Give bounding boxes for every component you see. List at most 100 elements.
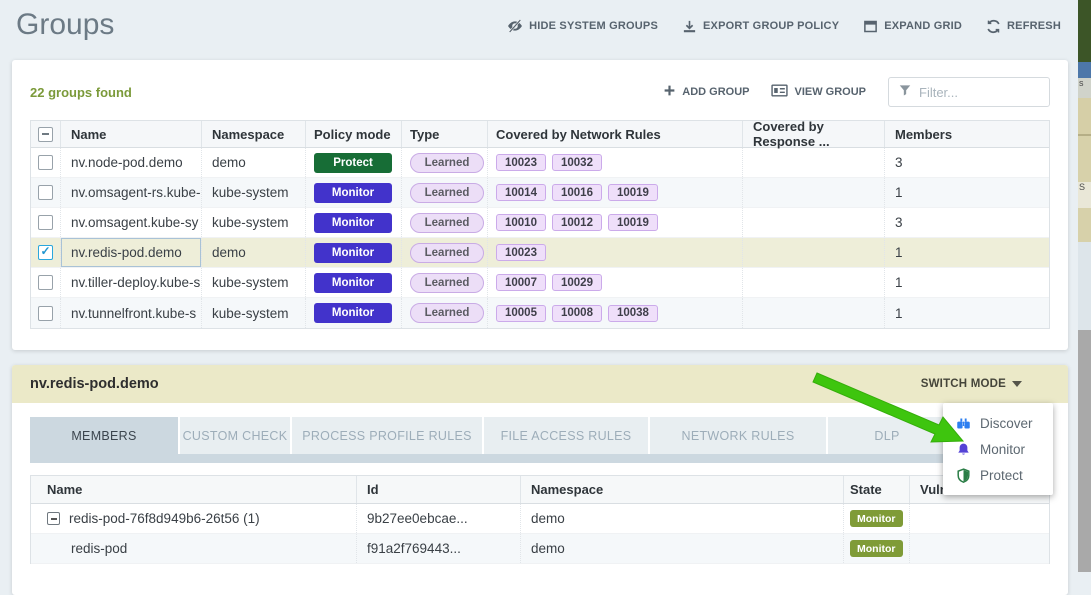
member-name: redis-pod-76f8d949b6-26t56 (1) xyxy=(69,511,260,526)
col-network-rules[interactable]: Covered by Network Rules xyxy=(488,121,743,147)
type-badge: Learned xyxy=(410,183,484,203)
groups-table: Name Namespace Policy mode Type Covered … xyxy=(30,120,1050,329)
view-group-button[interactable]: VIEW GROUP xyxy=(771,83,866,101)
table-row[interactable]: nv.node-pod.demo demo Protect Learned 10… xyxy=(31,148,1049,178)
row-checkbox[interactable] xyxy=(38,185,53,200)
menu-item-protect[interactable]: Protect xyxy=(943,462,1053,488)
members-table: Name Id Namespace State Vulnerabilities … xyxy=(30,475,1050,564)
view-group-label: VIEW GROUP xyxy=(794,86,866,98)
table-row[interactable]: nv.omsagent-rs.kube- kube-system Monitor… xyxy=(31,178,1049,208)
tab-strip xyxy=(30,454,1050,463)
row-checkbox[interactable] xyxy=(38,215,53,230)
network-rule-chip: 10008 xyxy=(552,305,602,322)
id-card-icon xyxy=(771,83,788,101)
menu-item-protect-label: Protect xyxy=(980,468,1023,483)
col-members[interactable]: Members xyxy=(885,121,1049,147)
menu-item-discover[interactable]: Discover xyxy=(943,410,1053,436)
tab-file-access-rules[interactable]: FILE ACCESS RULES xyxy=(484,417,648,454)
eye-off-icon xyxy=(507,18,523,34)
member-row[interactable]: redis-pod-76f8d949b6-26t56 (1) 9b27ee0eb… xyxy=(31,504,1049,534)
download-icon xyxy=(682,19,697,34)
refresh-button[interactable]: REFRESH xyxy=(986,19,1061,34)
export-group-policy-button[interactable]: EXPORT GROUP POLICY xyxy=(682,19,839,34)
network-rule-chip: 10005 xyxy=(496,305,546,322)
type-badge: Learned xyxy=(410,213,484,233)
response-rules-cell xyxy=(743,298,885,328)
row-checkbox-checked[interactable] xyxy=(38,245,53,260)
collapse-icon[interactable] xyxy=(47,512,60,525)
row-checkbox[interactable] xyxy=(38,275,53,290)
export-group-policy-label: EXPORT GROUP POLICY xyxy=(703,20,839,32)
menu-item-monitor[interactable]: Monitor xyxy=(943,436,1053,462)
table-row-selected[interactable]: nv.redis-pod.demo demo Monitor Learned 1… xyxy=(31,238,1049,268)
member-row[interactable]: redis-pod f91a2f769443... demo Monitor xyxy=(31,534,1049,564)
expand-grid-button[interactable]: EXPAND GRID xyxy=(863,19,962,34)
hide-system-groups-label: HIDE SYSTEM GROUPS xyxy=(529,20,658,32)
col-member-name[interactable]: Name xyxy=(31,476,357,503)
filter-box xyxy=(888,77,1050,107)
member-name: redis-pod xyxy=(71,541,127,556)
policy-mode-badge: Monitor xyxy=(314,303,392,323)
policy-mode-badge: Monitor xyxy=(314,273,392,293)
detail-panel-title: nv.redis-pod.demo xyxy=(30,376,159,392)
network-rule-chip: 10016 xyxy=(552,184,602,201)
col-type[interactable]: Type xyxy=(402,121,488,147)
col-member-state[interactable]: State xyxy=(844,476,910,503)
background-window-sliver: s S xyxy=(1078,0,1091,572)
groups-panel: 22 groups found ADD GROUP VIEW GROUP Nam… xyxy=(12,60,1068,350)
col-member-namespace[interactable]: Namespace xyxy=(521,476,844,503)
network-rule-chip: 10029 xyxy=(552,274,602,291)
tab-dlp[interactable]: DLP xyxy=(828,417,946,454)
plus-icon xyxy=(663,84,676,100)
header-actions: HIDE SYSTEM GROUPS EXPORT GROUP POLICY E… xyxy=(507,18,1061,34)
col-namespace[interactable]: Namespace xyxy=(202,121,306,147)
menu-item-discover-label: Discover xyxy=(980,416,1033,431)
row-checkbox[interactable] xyxy=(38,155,53,170)
add-group-button[interactable]: ADD GROUP xyxy=(663,84,749,100)
member-id: f91a2f769443... xyxy=(357,534,521,563)
col-response-rules[interactable]: Covered by Response ... xyxy=(743,121,885,147)
detail-panel-header: nv.redis-pod.demo SWITCH MODE xyxy=(12,365,1068,403)
members-count: 1 xyxy=(885,178,1049,207)
members-count: 3 xyxy=(885,148,1049,177)
table-row[interactable]: nv.tiller-deploy.kube-s kube-system Moni… xyxy=(31,268,1049,298)
tab-process-profile-rules[interactable]: PROCESS PROFILE RULES xyxy=(292,417,482,454)
table-row[interactable]: nv.omsagent.kube-sy kube-system Monitor … xyxy=(31,208,1049,238)
funnel-icon xyxy=(898,83,912,102)
network-rule-chip: 10032 xyxy=(552,154,602,171)
expand-grid-label: EXPAND GRID xyxy=(884,20,962,32)
group-namespace: kube-system xyxy=(202,208,306,237)
binoculars-icon xyxy=(956,416,971,431)
members-table-header: Name Id Namespace State Vulnerabilities xyxy=(31,476,1049,504)
col-policy-mode[interactable]: Policy mode xyxy=(306,121,402,147)
col-member-id[interactable]: Id xyxy=(357,476,521,503)
row-checkbox[interactable] xyxy=(38,306,53,321)
hide-system-groups-button[interactable]: HIDE SYSTEM GROUPS xyxy=(507,18,658,34)
network-rule-chip: 10019 xyxy=(608,184,658,201)
filter-input[interactable] xyxy=(919,85,1040,100)
detail-tabs: MEMBERS CUSTOM CHECK PROCESS PROFILE RUL… xyxy=(30,417,1050,454)
type-badge: Learned xyxy=(410,273,484,293)
tab-network-rules[interactable]: NETWORK RULES xyxy=(650,417,826,454)
tab-members[interactable]: MEMBERS xyxy=(30,417,178,454)
member-vulnerabilities xyxy=(910,504,1049,533)
group-namespace: kube-system xyxy=(202,298,306,328)
policy-mode-badge: Protect xyxy=(314,153,392,173)
policy-mode-badge: Monitor xyxy=(314,243,392,263)
tab-custom-check[interactable]: CUSTOM CHECK xyxy=(180,417,290,454)
response-rules-cell xyxy=(743,268,885,297)
type-badge: Learned xyxy=(410,153,484,173)
col-name[interactable]: Name xyxy=(61,121,202,147)
network-rule-chip: 10023 xyxy=(496,154,546,171)
network-rule-chip: 10010 xyxy=(496,214,546,231)
table-row[interactable]: nv.tunnelfront.kube-s kube-system Monito… xyxy=(31,298,1049,328)
group-name: nv.omsagent-rs.kube- xyxy=(61,178,202,207)
scrollbar[interactable] xyxy=(1078,330,1091,572)
switch-mode-button[interactable]: SWITCH MODE xyxy=(921,378,1022,390)
groups-table-header: Name Namespace Policy mode Type Covered … xyxy=(31,121,1049,148)
select-all-checkbox[interactable] xyxy=(38,127,53,142)
group-name: nv.node-pod.demo xyxy=(61,148,202,177)
policy-mode-badge: Monitor xyxy=(314,183,392,203)
state-badge: Monitor xyxy=(850,540,903,557)
switch-mode-label: SWITCH MODE xyxy=(921,378,1006,390)
